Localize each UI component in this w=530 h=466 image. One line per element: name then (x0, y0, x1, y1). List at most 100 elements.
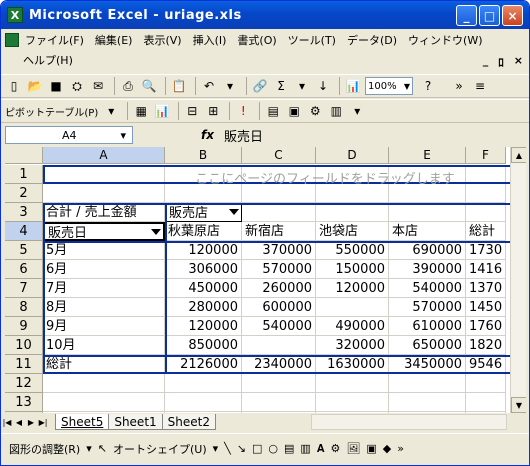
zoom-select[interactable]: 100% ▼ (365, 77, 413, 95)
chevron-down-icon[interactable]: ▾ (102, 102, 120, 120)
pivot-value-cell[interactable]: 320000 (316, 336, 389, 355)
clipart-icon[interactable]: 🖼 (346, 442, 360, 455)
pivot-value-cell[interactable]: 490000 (316, 317, 389, 336)
doc-minimize-button[interactable]: _ (483, 54, 489, 70)
pivot-value-cell[interactable]: 260000 (242, 279, 316, 298)
doc-restore-button[interactable]: ﾛ (498, 54, 504, 70)
prev-sheet-icon[interactable]: ◀ (13, 418, 25, 427)
arrow-icon[interactable]: ↘ (237, 442, 246, 455)
chart-wizard-icon[interactable]: 📊 (344, 77, 362, 95)
autosum-icon[interactable]: Σ (272, 77, 290, 95)
pivot-column-item[interactable]: 新宿店 (242, 222, 316, 241)
refresh-data-icon[interactable]: ! (234, 102, 252, 120)
pivot-row-item[interactable]: 5月 (43, 241, 165, 260)
row-header[interactable]: 10 (5, 336, 43, 355)
scroll-down-icon[interactable]: ▼ (511, 397, 526, 413)
menu-help[interactable]: ヘルプ(H) (23, 52, 73, 68)
open-icon[interactable]: 📂 (26, 77, 44, 95)
grid-cell[interactable] (389, 374, 466, 393)
align-icon[interactable]: ≡ (471, 77, 489, 95)
menu-view[interactable]: 表示(V) (143, 32, 181, 48)
textbox-icon[interactable]: ▤ (284, 442, 294, 455)
pivot-value-cell[interactable] (242, 336, 316, 355)
grid-cell[interactable] (389, 203, 466, 222)
pivot-row-item[interactable]: 9月 (43, 317, 165, 336)
name-box[interactable]: A4 ▾ (5, 126, 133, 144)
pivot-row-field[interactable]: 販売日 (43, 222, 165, 241)
pivot-value-cell[interactable]: 2340000 (242, 355, 316, 374)
print-icon[interactable]: ⎙ (119, 77, 137, 95)
row-header[interactable]: 9 (5, 317, 43, 336)
worksheet-grid[interactable]: ABCDEF1234567891011121314合計 / 売上金額販売店販売日… (5, 147, 526, 413)
pivot-value-cell[interactable]: 2126000 (165, 355, 242, 374)
sheet-tab[interactable]: Sheet1 (108, 414, 163, 430)
row-header[interactable]: 4 (5, 222, 43, 241)
hide-detail-icon[interactable]: ⊟ (183, 102, 201, 120)
pivot-value-cell[interactable]: 9546 (466, 355, 506, 374)
pivot-value-cell[interactable]: 570000 (389, 298, 466, 317)
pivot-value-cell[interactable]: 850000 (165, 336, 242, 355)
pivot-column-item[interactable]: 秋葉原店 (165, 222, 242, 241)
workbook-icon[interactable] (5, 33, 19, 47)
fill-color-icon[interactable]: ◆ (383, 442, 391, 455)
pivot-value-cell[interactable]: 1450 (466, 298, 506, 317)
menu-tools[interactable]: ツール(T) (288, 32, 336, 48)
sort-ascending-icon[interactable]: ↓ (314, 77, 332, 95)
minimize-button[interactable]: _ (456, 5, 477, 26)
pivot-column-field[interactable]: 販売店 (165, 203, 242, 222)
grid-cell[interactable] (242, 203, 316, 222)
field-settings-icon[interactable]: ⚙ (306, 102, 324, 120)
row-header[interactable]: 13 (5, 393, 43, 412)
pivot-value-cell[interactable]: 690000 (389, 241, 466, 260)
menu-window[interactable]: ウィンドウ(W) (408, 32, 482, 48)
paste-icon[interactable]: 📋 (170, 77, 188, 95)
grid-cell[interactable] (466, 203, 506, 222)
grid-cell[interactable] (242, 393, 316, 412)
hyperlink-icon[interactable]: 🔗 (251, 77, 269, 95)
pivot-value-cell[interactable]: 390000 (389, 260, 466, 279)
pivot-value-cell[interactable]: 120000 (165, 241, 242, 260)
chevron-down-icon[interactable] (151, 229, 161, 235)
close-button[interactable]: × (502, 5, 523, 26)
doc-close-button[interactable]: × (514, 54, 523, 70)
pivot-value-cell[interactable]: 120000 (165, 317, 242, 336)
vertical-scrollbar[interactable]: ▲ ▼ (510, 147, 526, 413)
grid-cell[interactable] (242, 374, 316, 393)
include-hidden-items-icon[interactable]: ▤ (264, 102, 282, 120)
menu-format[interactable]: 書式(O) (237, 32, 276, 48)
grid-cell[interactable] (43, 374, 165, 393)
pivot-data-field[interactable]: 合計 / 売上金額 (43, 203, 165, 222)
grid-cell[interactable] (316, 203, 389, 222)
row-header[interactable]: 7 (5, 279, 43, 298)
pivot-value-cell[interactable]: 1730 (466, 241, 506, 260)
picture-icon[interactable]: ▣ (366, 442, 376, 455)
maximize-button[interactable]: □ (479, 5, 500, 26)
pivot-value-cell[interactable]: 306000 (165, 260, 242, 279)
row-header[interactable]: 11 (5, 355, 43, 374)
column-header[interactable]: F (466, 147, 506, 164)
excel-icon[interactable]: X (7, 7, 23, 23)
permission-icon[interactable]: ⛭ (68, 77, 86, 95)
wordart-icon[interactable]: 𝐀 (317, 442, 325, 456)
pivot-value-cell[interactable]: 550000 (316, 241, 389, 260)
first-sheet-icon[interactable]: |◀ (1, 418, 13, 427)
chevron-down-icon[interactable] (229, 209, 239, 215)
insert-function-icon[interactable]: fx (201, 128, 214, 142)
formula-input[interactable]: 販売日 (224, 126, 263, 145)
menu-edit[interactable]: 編集(E) (95, 32, 133, 48)
column-header[interactable]: A (43, 147, 165, 164)
pivot-value-cell[interactable]: 1416 (466, 260, 506, 279)
pivot-column-item[interactable]: 総計 (466, 222, 506, 241)
undo-icon[interactable]: ↶ (200, 77, 218, 95)
mail-icon[interactable]: ✉ (89, 77, 107, 95)
pivot-value-cell[interactable]: 1820 (466, 336, 506, 355)
select-all-corner[interactable] (5, 147, 43, 164)
oval-icon[interactable]: ○ (268, 442, 278, 455)
next-sheet-icon[interactable]: ▶ (25, 418, 37, 427)
row-header[interactable]: 5 (5, 241, 43, 260)
pivot-value-cell[interactable]: 650000 (389, 336, 466, 355)
horizontal-scrollbar[interactable] (311, 414, 507, 430)
select-objects-icon[interactable]: ↖ (98, 442, 107, 455)
pivot-row-item[interactable]: 10月 (43, 336, 165, 355)
chevron-down-icon[interactable]: ▾ (348, 102, 366, 120)
